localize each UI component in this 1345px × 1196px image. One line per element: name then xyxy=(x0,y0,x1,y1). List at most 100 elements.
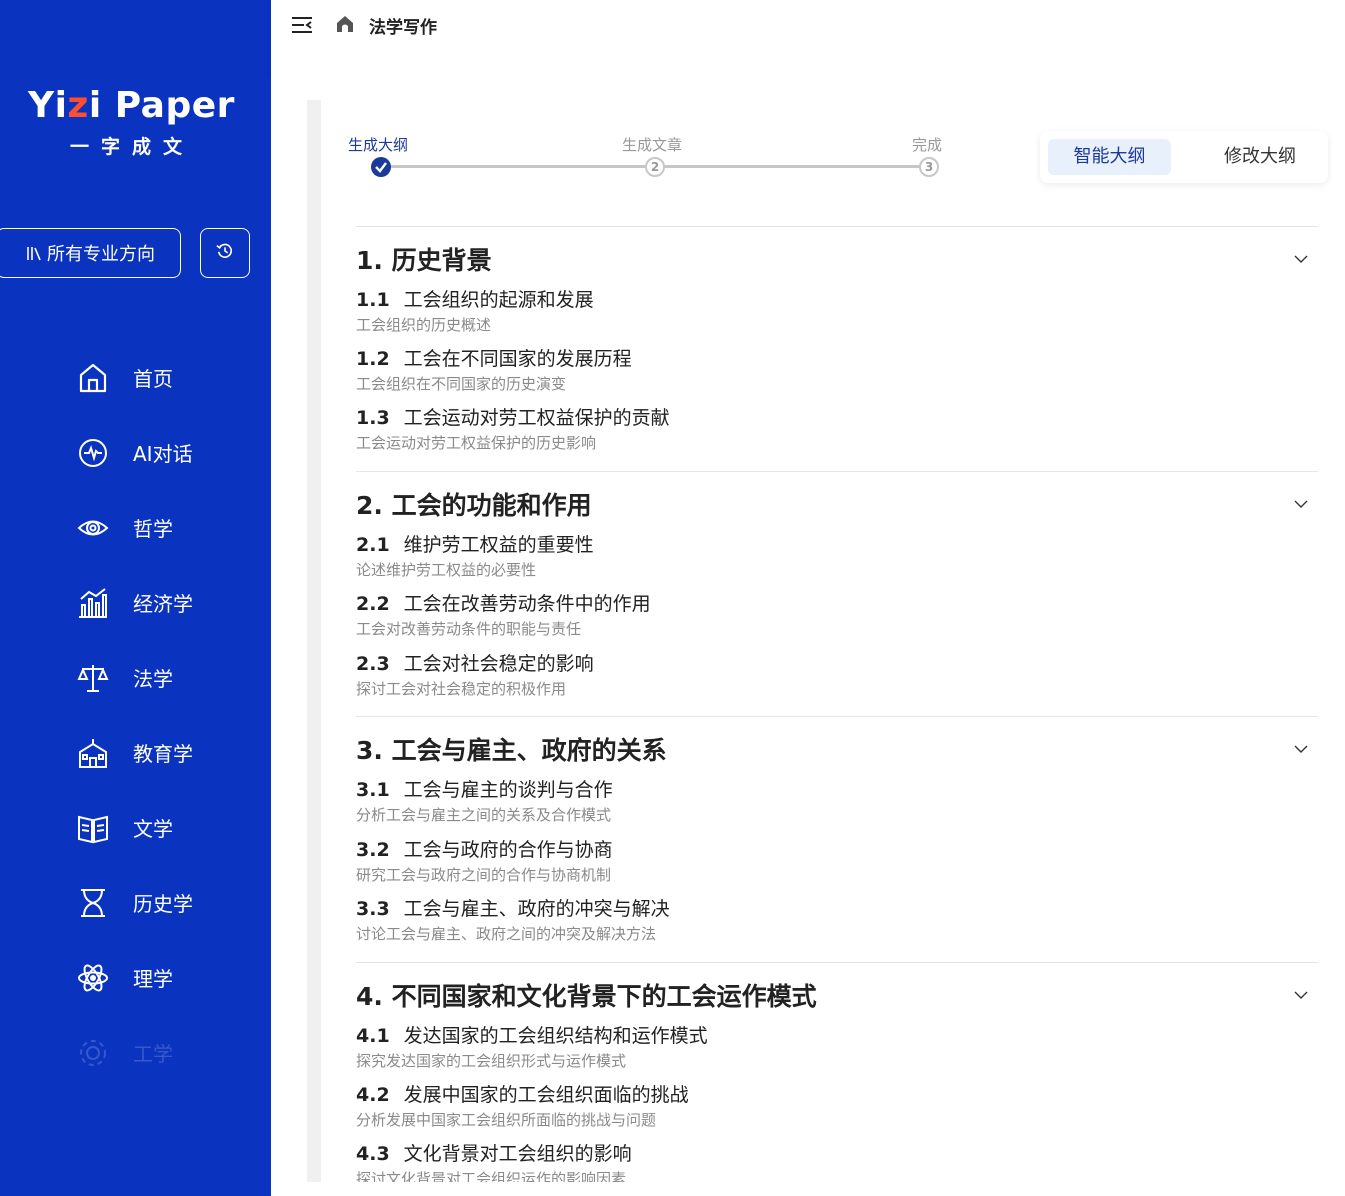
outline-item[interactable]: 1.2 工会在不同国家的发展历程 工会组织在不同国家的历史演变 xyxy=(356,346,632,394)
item-number: 2.2 xyxy=(356,593,390,615)
item-title: 3.1 工会与雇主的谈判与合作 xyxy=(356,777,613,803)
outline-item[interactable]: 2.2 工会在改善劳动条件中的作用 工会对改善劳动条件的职能与责任 xyxy=(356,591,651,639)
item-number: 2.1 xyxy=(356,534,390,556)
item-title-text: 工会在改善劳动条件中的作用 xyxy=(403,593,651,615)
atom-icon xyxy=(76,961,110,995)
item-title: 2.2 工会在改善劳动条件中的作用 xyxy=(356,591,651,617)
outline-section: 4. 不同国家和文化背景下的工会运作模式 4.1 发达国家的工会组织结构和运作模式… xyxy=(356,962,1318,1182)
hourglass-icon xyxy=(76,886,110,920)
item-title-text: 工会在不同国家的发展历程 xyxy=(403,348,632,370)
item-title: 1.3 工会运动对劳工权益保护的贡献 xyxy=(356,405,670,431)
nav-item-engineering[interactable]: 工学 xyxy=(76,1015,193,1090)
nav-item-home[interactable]: 首页 xyxy=(76,340,193,415)
outline-item[interactable]: 4.2 发展中国家的工会组织面临的挑战 分析发展中国家工会组织所面临的挑战与问题 xyxy=(356,1082,689,1130)
nav-item-literature[interactable]: 文学 xyxy=(76,790,193,865)
outline-item[interactable]: 3.3 工会与雇主、政府的冲突与解决 讨论工会与雇主、政府之间的冲突及解决方法 xyxy=(356,896,670,944)
item-title-text: 发展中国家的工会组织面临的挑战 xyxy=(403,1084,689,1106)
item-description: 探讨文化背景对工会组织运作的影响因素 xyxy=(356,1170,627,1182)
logo-part: Paper xyxy=(101,85,235,126)
tab-smart-outline[interactable]: 智能大纲 xyxy=(1048,139,1171,175)
section-title[interactable]: 4. 不同国家和文化背景下的工会运作模式 xyxy=(356,977,817,1013)
nav-item-ai-chat[interactable]: AI对话 xyxy=(76,415,193,490)
item-description: 探究发达国家的工会组织形式与运作模式 xyxy=(356,1052,627,1070)
nav-item-education[interactable]: 教育学 xyxy=(76,715,193,790)
nav-item-economics[interactable]: 经济学 xyxy=(76,565,193,640)
item-title-text: 工会与雇主的谈判与合作 xyxy=(403,779,613,801)
item-description: 讨论工会与雇主、政府之间的冲突及解决方法 xyxy=(356,925,657,943)
outline-item[interactable]: 4.3 文化背景对工会组织的影响 探讨文化背景对工会组织运作的影响因素 xyxy=(356,1141,632,1182)
item-description: 论述维护劳工权益的必要性 xyxy=(356,561,537,579)
item-description: 分析工会与雇主之间的关系及合作模式 xyxy=(356,806,612,824)
step-label-article: 生成文章 xyxy=(622,136,683,154)
chevron-down-icon[interactable] xyxy=(1294,494,1308,513)
home-breadcrumb-icon[interactable] xyxy=(335,14,355,38)
school-icon xyxy=(76,736,110,770)
logo-part: z xyxy=(67,85,89,126)
outline-item[interactable]: 2.3 工会对社会稳定的影响 探讨工会对社会稳定的积极作用 xyxy=(356,651,594,699)
sidebar: Yizi Paper 一字成文 所有专业方向 首页 AI对话 哲学 经济学 法学… xyxy=(0,0,271,1196)
item-number: 1.1 xyxy=(356,289,390,311)
chevron-down-icon[interactable] xyxy=(1294,985,1308,1004)
section-title[interactable]: 2. 工会的功能和作用 xyxy=(356,486,592,522)
logo-tagline: 一字成文 xyxy=(70,136,195,158)
item-number: 3.1 xyxy=(356,779,390,801)
item-number: 1.2 xyxy=(356,348,390,370)
nav-label: 法学 xyxy=(133,667,173,691)
nav-label: 文学 xyxy=(133,817,173,841)
item-number: 1.3 xyxy=(356,407,390,429)
all-directions-label: 所有专业方向 xyxy=(47,244,155,265)
history-button[interactable] xyxy=(200,228,250,278)
scales-icon xyxy=(76,661,110,695)
item-description: 工会运动对劳工权益保护的历史影响 xyxy=(356,434,597,452)
outline-section: 2. 工会的功能和作用 2.1 维护劳工权益的重要性 论述维护劳工权益的必要性 2… xyxy=(356,471,1318,716)
all-directions-button[interactable]: 所有专业方向 xyxy=(0,228,181,278)
menu-collapse-icon[interactable] xyxy=(291,14,313,40)
item-number: 3.2 xyxy=(356,839,390,861)
subject-nav: 首页 AI对话 哲学 经济学 法学 教育学 文学 历史学 理学 工学 xyxy=(76,340,193,1090)
item-number: 4.1 xyxy=(356,1025,390,1047)
outline-item[interactable]: 3.1 工会与雇主的谈判与合作 分析工会与雇主之间的关系及合作模式 xyxy=(356,777,613,825)
outline-item[interactable]: 1.3 工会运动对劳工权益保护的贡献 工会运动对劳工权益保护的历史影响 xyxy=(356,405,670,453)
outline-mode-tabs: 智能大纲 修改大纲 xyxy=(1040,131,1328,183)
chat-icon xyxy=(76,436,110,470)
nav-label: 经济学 xyxy=(133,592,193,616)
step-connector xyxy=(390,165,646,168)
item-description: 分析发展中国家工会组织所面临的挑战与问题 xyxy=(356,1111,657,1129)
item-description: 工会组织在不同国家的历史演变 xyxy=(356,375,567,393)
outline-section: 1. 历史背景 1.1 工会组织的起源和发展 工会组织的历史概述 1.2 工会在不同… xyxy=(356,226,1318,471)
step-done-check-icon xyxy=(371,157,391,177)
item-description: 工会组织的历史概述 xyxy=(356,316,492,334)
item-title: 2.1 维护劳工权益的重要性 xyxy=(356,532,594,558)
nav-item-philosophy[interactable]: 哲学 xyxy=(76,490,193,565)
outline-item[interactable]: 3.2 工会与政府的合作与协商 研究工会与政府之间的合作与协商机制 xyxy=(356,837,613,885)
nav-label: 首页 xyxy=(133,367,173,391)
item-number: 2.3 xyxy=(356,653,390,675)
step-label-done: 完成 xyxy=(912,136,943,154)
chevron-down-icon[interactable] xyxy=(1294,739,1308,758)
tab-edit-outline[interactable]: 修改大纲 xyxy=(1200,139,1320,175)
nav-label: 历史学 xyxy=(133,892,193,916)
item-title-text: 发达国家的工会组织结构和运作模式 xyxy=(403,1025,708,1047)
item-title: 2.3 工会对社会稳定的影响 xyxy=(356,651,594,677)
chevron-down-icon[interactable] xyxy=(1294,249,1308,268)
nav-item-history[interactable]: 历史学 xyxy=(76,865,193,940)
outline-item[interactable]: 4.1 发达国家的工会组织结构和运作模式 探究发达国家的工会组织形式与运作模式 xyxy=(356,1023,708,1071)
item-description: 探讨工会对社会稳定的积极作用 xyxy=(356,680,567,698)
outline-item[interactable]: 2.1 维护劳工权益的重要性 论述维护劳工权益的必要性 xyxy=(356,532,594,580)
outline-item[interactable]: 1.1 工会组织的起源和发展 工会组织的历史概述 xyxy=(356,287,594,335)
item-description: 研究工会与政府之间的合作与协商机制 xyxy=(356,866,612,884)
item-number: 4.2 xyxy=(356,1084,390,1106)
history-icon xyxy=(216,242,234,264)
nav-item-law[interactable]: 法学 xyxy=(76,640,193,715)
item-title: 3.3 工会与雇主、政府的冲突与解决 xyxy=(356,896,670,922)
section-title[interactable]: 3. 工会与雇主、政府的关系 xyxy=(356,731,667,767)
item-title: 4.3 文化背景对工会组织的影响 xyxy=(356,1141,632,1167)
section-title[interactable]: 1. 历史背景 xyxy=(356,241,492,277)
item-number: 4.3 xyxy=(356,1143,390,1165)
logo[interactable]: Yizi Paper 一字成文 xyxy=(28,84,234,159)
top-bar: 法学写作 xyxy=(271,0,1345,74)
item-title: 1.2 工会在不同国家的发展历程 xyxy=(356,346,632,372)
nav-item-science[interactable]: 理学 xyxy=(76,940,193,1015)
item-title-text: 维护劳工权益的重要性 xyxy=(403,534,594,556)
step-number-2: 2 xyxy=(645,157,665,177)
